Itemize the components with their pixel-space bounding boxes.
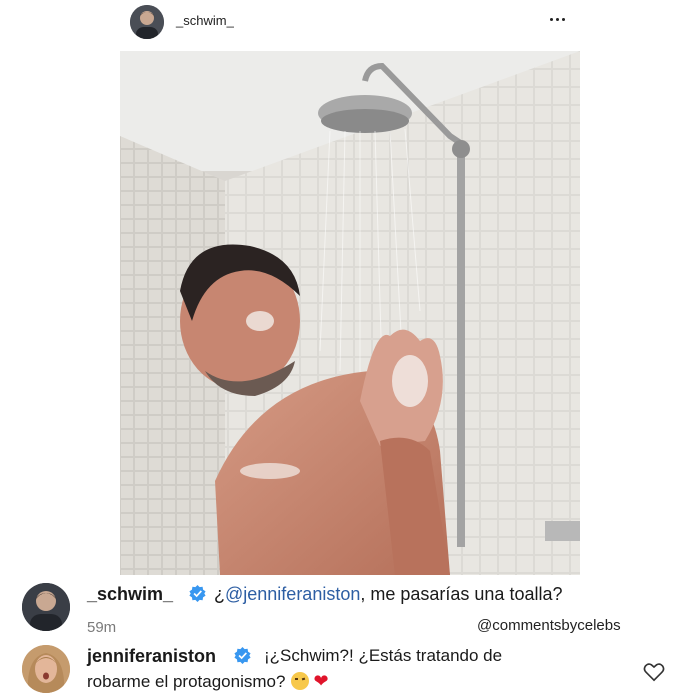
post-username[interactable]: _schwim_ <box>176 13 234 28</box>
comment-username[interactable]: jenniferaniston <box>87 646 216 667</box>
comment-timestamp: 59m <box>87 619 117 636</box>
verified-badge-icon <box>189 585 206 602</box>
heart-outline-icon[interactable] <box>643 662 665 682</box>
comment-text: ¿@jenniferaniston, me pasarías una toall… <box>214 584 563 604</box>
watermark: @commentsbycelebs <box>477 617 621 634</box>
more-horizontal-icon[interactable] <box>544 6 570 32</box>
raised-eyebrow-face-icon <box>291 672 310 690</box>
comment-schwim: _schwim_ ¿@jenniferaniston, me pasarías … <box>0 578 700 638</box>
post-photo[interactable] <box>120 51 580 575</box>
comment-text-line1: ¡¿Schwim?! ¿Estás tratando de <box>264 646 503 665</box>
avatar[interactable] <box>22 583 70 631</box>
mention-link[interactable]: @jenniferaniston <box>225 584 360 604</box>
comment-jenniferaniston: jenniferaniston ¡¿Schwim?! ¿Estás tratan… <box>0 640 700 700</box>
post-header: _schwim_ <box>0 0 700 46</box>
red-heart-icon: ❤ <box>313 671 329 691</box>
avatar[interactable] <box>22 645 70 693</box>
comment-username[interactable]: _schwim_ <box>87 584 173 605</box>
verified-badge-icon <box>234 647 251 664</box>
comment-text-line2: robarme el protagonismo? ❤ <box>87 671 329 691</box>
avatar[interactable] <box>130 5 164 39</box>
